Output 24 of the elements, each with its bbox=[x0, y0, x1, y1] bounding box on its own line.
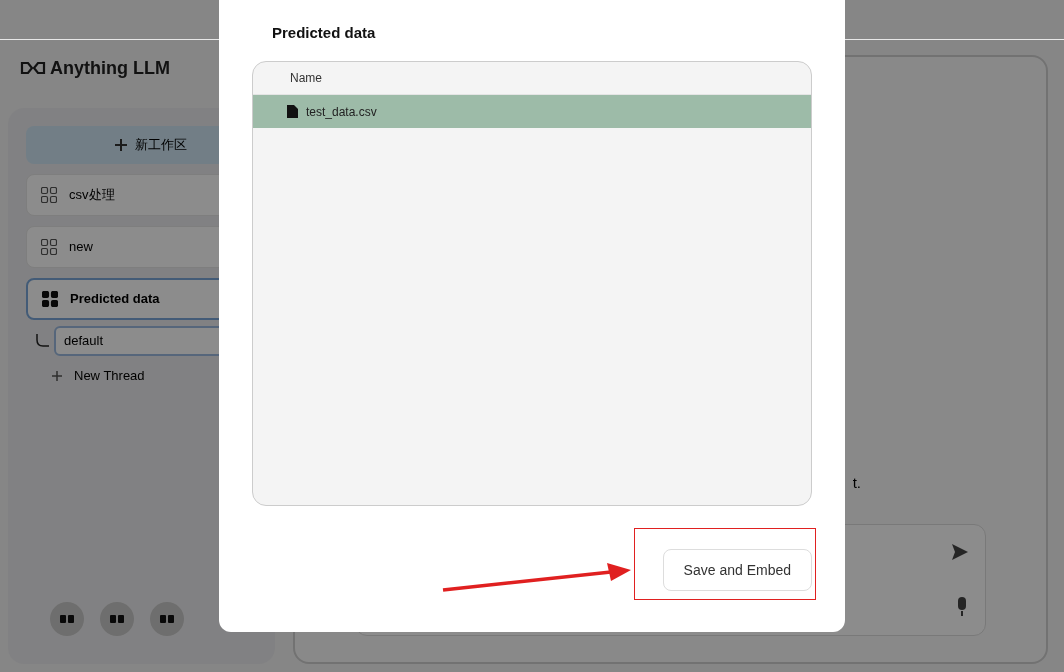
app-logo-text: Anything LLM bbox=[50, 56, 170, 80]
modal-title: Predicted data bbox=[272, 24, 376, 41]
grid-icon bbox=[42, 291, 58, 307]
file-icon bbox=[287, 105, 298, 118]
plus-icon bbox=[114, 139, 127, 151]
send-icon bbox=[951, 543, 969, 561]
file-row[interactable]: test_data.csv bbox=[253, 95, 811, 128]
footer-icon[interactable] bbox=[100, 602, 134, 636]
microphone-icon bbox=[955, 597, 969, 617]
logo-icon bbox=[20, 61, 46, 75]
workspace-name: Predicted data bbox=[70, 290, 160, 309]
column-header: Name bbox=[290, 70, 322, 87]
workspace-name: new bbox=[69, 238, 93, 257]
footer-icon[interactable] bbox=[50, 602, 84, 636]
plus-icon bbox=[52, 370, 62, 381]
file-name: test_data.csv bbox=[306, 103, 377, 121]
thread-branch-icon bbox=[36, 334, 50, 348]
workspace-name: csv处理 bbox=[69, 186, 115, 205]
grid-icon bbox=[41, 239, 57, 255]
save-and-embed-button[interactable]: Save and Embed bbox=[662, 549, 812, 591]
new-thread-link[interactable]: New Thread bbox=[74, 366, 145, 386]
footer-icon[interactable] bbox=[150, 602, 184, 636]
grid-icon bbox=[41, 187, 57, 203]
chat-text: t. bbox=[852, 472, 861, 493]
